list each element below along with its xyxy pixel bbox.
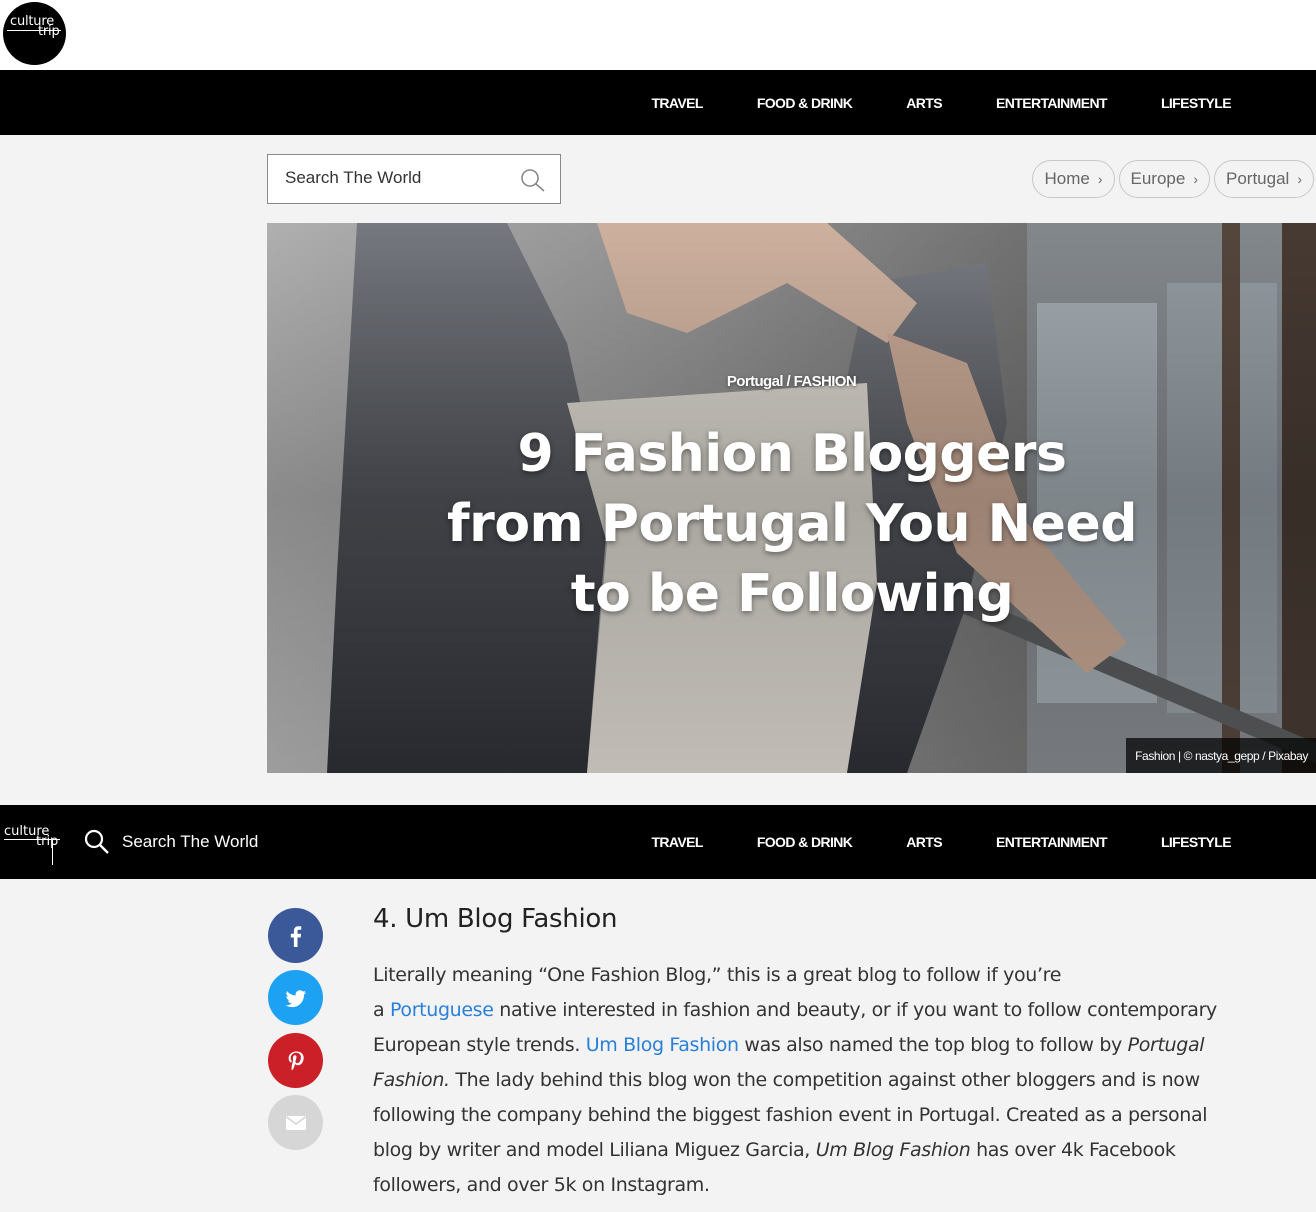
article-paragraph: Literally meaning “One Fashion Blog,” th… bbox=[373, 964, 1217, 1196]
search-box bbox=[267, 154, 561, 204]
chevron-right-icon: › bbox=[1097, 171, 1103, 187]
share-facebook-button[interactable] bbox=[268, 908, 323, 963]
breadcrumb-europe[interactable]: Europe › bbox=[1118, 160, 1210, 198]
breadcrumb-home[interactable]: Home › bbox=[1032, 160, 1115, 198]
nav-entertainment[interactable]: ENTERTAINMENT bbox=[996, 834, 1108, 850]
nav-entertainment[interactable]: ENTERTAINMENT bbox=[996, 95, 1108, 111]
nav-lifestyle[interactable]: LIFESTYLE bbox=[1161, 834, 1232, 850]
um-blog-fashion-link[interactable]: Um Blog Fashion bbox=[586, 1034, 739, 1056]
share-twitter-button[interactable] bbox=[268, 970, 323, 1025]
nav-arts[interactable]: ARTS bbox=[906, 834, 942, 850]
search-input[interactable] bbox=[285, 168, 505, 188]
facebook-icon bbox=[290, 925, 301, 947]
share-email-button[interactable] bbox=[268, 1095, 323, 1150]
nav-travel[interactable]: TRAVEL bbox=[651, 834, 703, 850]
culture-trip-mini-logo[interactable]: culture trip bbox=[4, 825, 66, 865]
section-heading: 4. Um Blog Fashion bbox=[373, 904, 618, 934]
nav-food-drink[interactable]: FOOD & DRINK bbox=[757, 95, 853, 111]
nav-arts[interactable]: ARTS bbox=[906, 95, 942, 111]
sticky-search[interactable]: Search The World bbox=[84, 829, 258, 855]
email-icon bbox=[285, 1115, 306, 1130]
sticky-nav: culture trip Search The World TRAVEL FOO… bbox=[0, 805, 1316, 879]
nav-food-drink[interactable]: FOOD & DRINK bbox=[757, 834, 853, 850]
share-pinterest-button[interactable] bbox=[268, 1033, 323, 1088]
breadcrumb-portugal[interactable]: Portugal › bbox=[1214, 160, 1314, 198]
culture-trip-logo[interactable]: culture trip bbox=[3, 2, 66, 65]
sticky-search-label: Search The World bbox=[122, 832, 259, 851]
main-nav: TRAVEL FOOD & DRINK ARTS ENTERTAINMENT L… bbox=[0, 70, 1316, 135]
logo-wordmark: culture trip bbox=[10, 14, 60, 39]
image-credit: Fashion | © nastya_gepp / Pixabay bbox=[1126, 738, 1316, 773]
nav-travel[interactable]: TRAVEL bbox=[651, 95, 703, 111]
top-header: culture trip bbox=[0, 0, 1316, 70]
hero-image: Portugal / FASHION 9 Fashion Bloggers fr… bbox=[267, 223, 1316, 773]
twitter-icon bbox=[285, 989, 306, 1007]
nav-menu: TRAVEL FOOD & DRINK ARTS ENTERTAINMENT L… bbox=[597, 70, 1231, 135]
nav-lifestyle[interactable]: LIFESTYLE bbox=[1161, 95, 1232, 111]
search-icon bbox=[84, 829, 109, 854]
breadcrumb: Home › Europe › Portugal › bbox=[1028, 160, 1314, 198]
article-title: 9 Fashion Bloggers from Portugal You Nee… bbox=[447, 424, 1137, 624]
chevron-right-icon: › bbox=[1297, 171, 1302, 187]
search-icon[interactable] bbox=[520, 168, 546, 192]
nav-menu: TRAVEL FOOD & DRINK ARTS ENTERTAINMENT L… bbox=[597, 805, 1231, 879]
article-body: 4. Um Blog Fashion Literally meaning “On… bbox=[373, 900, 1223, 1203]
chevron-right-icon: › bbox=[1193, 171, 1198, 187]
portuguese-link[interactable]: Portuguese bbox=[390, 999, 494, 1021]
pinterest-icon bbox=[288, 1051, 304, 1070]
hero-category[interactable]: Portugal / FASHION bbox=[267, 373, 1316, 390]
